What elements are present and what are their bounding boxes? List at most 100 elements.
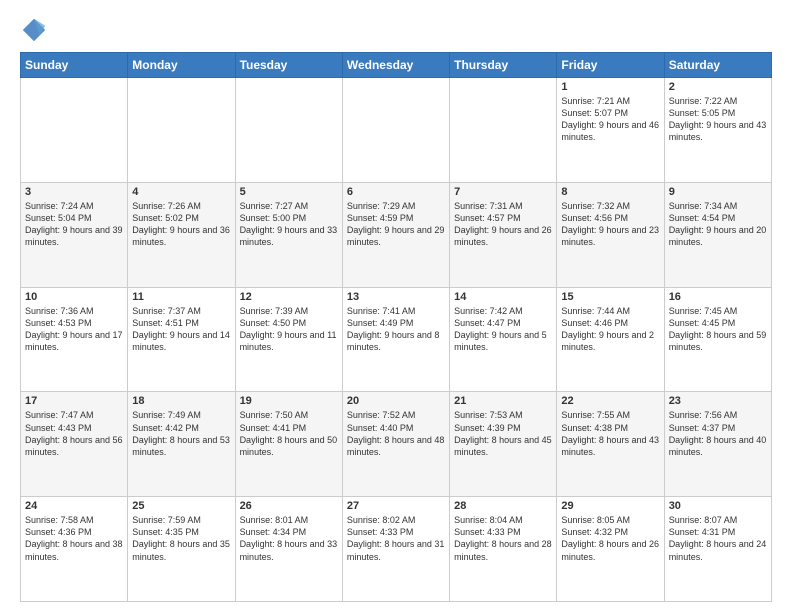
day-number: 19	[240, 395, 338, 407]
calendar-week-row: 1 Sunrise: 7:21 AMSunset: 5:07 PMDaylight…	[21, 78, 772, 183]
day-number: 21	[454, 395, 552, 407]
day-info: Sunrise: 7:42 AMSunset: 4:47 PMDaylight:…	[454, 305, 552, 354]
calendar-day-3: 3Sunrise: 7:24 AMSunset: 5:04 PMDaylight…	[21, 182, 128, 287]
calendar-day-27: 27 Sunrise: 8:02 AMSunset: 4:33 PMDayligh…	[342, 497, 449, 602]
calendar-day-5: 5 Sunrise: 7:27 AMSunset: 5:00 PMDaylight…	[235, 182, 342, 287]
day-number: 18	[132, 395, 230, 407]
calendar-day-21: 21 Sunrise: 7:53 AMSunset: 4:39 PMDayligh…	[450, 392, 557, 497]
calendar-day-28: 28 Sunrise: 8:04 AMSunset: 4:33 PMDayligh…	[450, 497, 557, 602]
calendar-day-17: 17 Sunrise: 7:47 AMSunset: 4:43 PMDayligh…	[21, 392, 128, 497]
logo-icon	[20, 16, 48, 44]
col-header-friday: Friday	[557, 53, 664, 78]
calendar-day-15: 15 Sunrise: 7:44 AMSunset: 4:46 PMDayligh…	[557, 287, 664, 392]
day-number: 13	[347, 291, 445, 303]
calendar-day-6: 6 Sunrise: 7:29 AMSunset: 4:59 PMDaylight…	[342, 182, 449, 287]
day-number: 30	[669, 500, 767, 512]
calendar-day-25: 25 Sunrise: 7:59 AMSunset: 4:35 PMDayligh…	[128, 497, 235, 602]
calendar-header-row: SundayMondayTuesdayWednesdayThursdayFrid…	[21, 53, 772, 78]
day-info: Sunrise: 8:04 AMSunset: 4:33 PMDaylight:…	[454, 514, 552, 563]
day-number: 14	[454, 291, 552, 303]
day-info: Sunrise: 7:21 AMSunset: 5:07 PMDaylight:…	[561, 95, 659, 144]
day-info: Sunrise: 7:29 AMSunset: 4:59 PMDaylight:…	[347, 200, 445, 249]
day-info: Sunrise: 7:22 AMSunset: 5:05 PMDaylight:…	[669, 95, 767, 144]
day-info: Sunrise: 7:50 AMSunset: 4:41 PMDaylight:…	[240, 409, 338, 458]
header	[20, 16, 772, 44]
calendar-day-22: 22Sunrise: 7:55 AMSunset: 4:38 PMDayligh…	[557, 392, 664, 497]
day-info: Sunrise: 8:07 AMSunset: 4:31 PMDaylight:…	[669, 514, 767, 563]
day-number: 27	[347, 500, 445, 512]
calendar-day-10: 10 Sunrise: 7:36 AMSunset: 4:53 PMDayligh…	[21, 287, 128, 392]
day-number: 7	[454, 186, 552, 198]
col-header-sunday: Sunday	[21, 53, 128, 78]
day-info: Sunrise: 7:59 AMSunset: 4:35 PMDaylight:…	[132, 514, 230, 563]
col-header-wednesday: Wednesday	[342, 53, 449, 78]
day-number: 20	[347, 395, 445, 407]
day-number: 25	[132, 500, 230, 512]
day-number: 6	[347, 186, 445, 198]
day-info: Sunrise: 7:26 AMSunset: 5:02 PMDaylight:…	[132, 200, 230, 249]
day-info: Sunrise: 7:58 AMSunset: 4:36 PMDaylight:…	[25, 514, 123, 563]
day-number: 29	[561, 500, 659, 512]
calendar-table: SundayMondayTuesdayWednesdayThursdayFrid…	[20, 52, 772, 602]
logo	[20, 16, 52, 44]
day-info: Sunrise: 7:47 AMSunset: 4:43 PMDaylight:…	[25, 409, 123, 458]
day-info: Sunrise: 7:44 AMSunset: 4:46 PMDaylight:…	[561, 305, 659, 354]
calendar-empty-cell	[450, 78, 557, 183]
calendar-day-7: 7 Sunrise: 7:31 AMSunset: 4:57 PMDaylight…	[450, 182, 557, 287]
day-info: Sunrise: 7:37 AMSunset: 4:51 PMDaylight:…	[132, 305, 230, 354]
col-header-thursday: Thursday	[450, 53, 557, 78]
calendar-day-16: 16 Sunrise: 7:45 AMSunset: 4:45 PMDayligh…	[664, 287, 771, 392]
calendar-empty-cell	[342, 78, 449, 183]
day-number: 23	[669, 395, 767, 407]
calendar-week-row: 24 Sunrise: 7:58 AMSunset: 4:36 PMDayligh…	[21, 497, 772, 602]
day-info: Sunrise: 7:34 AMSunset: 4:54 PMDaylight:…	[669, 200, 767, 249]
day-number: 9	[669, 186, 767, 198]
day-number: 16	[669, 291, 767, 303]
day-number: 5	[240, 186, 338, 198]
calendar-day-29: 29Sunrise: 8:05 AMSunset: 4:32 PMDayligh…	[557, 497, 664, 602]
calendar-day-13: 13 Sunrise: 7:41 AMSunset: 4:49 PMDayligh…	[342, 287, 449, 392]
day-info: Sunrise: 7:27 AMSunset: 5:00 PMDaylight:…	[240, 200, 338, 249]
day-number: 12	[240, 291, 338, 303]
day-number: 28	[454, 500, 552, 512]
day-number: 24	[25, 500, 123, 512]
day-info: Sunrise: 7:41 AMSunset: 4:49 PMDaylight:…	[347, 305, 445, 354]
day-info: Sunrise: 8:02 AMSunset: 4:33 PMDaylight:…	[347, 514, 445, 563]
calendar-empty-cell	[128, 78, 235, 183]
day-info: Sunrise: 7:39 AMSunset: 4:50 PMDaylight:…	[240, 305, 338, 354]
day-info: Sunrise: 7:36 AMSunset: 4:53 PMDaylight:…	[25, 305, 123, 354]
calendar-day-26: 26 Sunrise: 8:01 AMSunset: 4:34 PMDayligh…	[235, 497, 342, 602]
day-number: 22	[561, 395, 659, 407]
day-info: Sunrise: 7:53 AMSunset: 4:39 PMDaylight:…	[454, 409, 552, 458]
day-info: Sunrise: 7:32 AMSunset: 4:56 PMDaylight:…	[561, 200, 659, 249]
day-number: 4	[132, 186, 230, 198]
calendar-day-18: 18 Sunrise: 7:49 AMSunset: 4:42 PMDayligh…	[128, 392, 235, 497]
calendar-day-12: 12 Sunrise: 7:39 AMSunset: 4:50 PMDayligh…	[235, 287, 342, 392]
col-header-monday: Monday	[128, 53, 235, 78]
calendar-day-14: 14 Sunrise: 7:42 AMSunset: 4:47 PMDayligh…	[450, 287, 557, 392]
calendar-day-11: 11 Sunrise: 7:37 AMSunset: 4:51 PMDayligh…	[128, 287, 235, 392]
day-number: 8	[561, 186, 659, 198]
calendar-day-30: 30 Sunrise: 8:07 AMSunset: 4:31 PMDayligh…	[664, 497, 771, 602]
calendar-day-9: 9 Sunrise: 7:34 AMSunset: 4:54 PMDaylight…	[664, 182, 771, 287]
day-number: 1	[561, 81, 659, 93]
calendar-day-24: 24 Sunrise: 7:58 AMSunset: 4:36 PMDayligh…	[21, 497, 128, 602]
day-info: Sunrise: 7:45 AMSunset: 4:45 PMDaylight:…	[669, 305, 767, 354]
day-number: 17	[25, 395, 123, 407]
day-info: Sunrise: 7:52 AMSunset: 4:40 PMDaylight:…	[347, 409, 445, 458]
day-number: 15	[561, 291, 659, 303]
day-info: Sunrise: 7:31 AMSunset: 4:57 PMDaylight:…	[454, 200, 552, 249]
calendar-day-1: 1 Sunrise: 7:21 AMSunset: 5:07 PMDaylight…	[557, 78, 664, 183]
calendar-day-4: 4 Sunrise: 7:26 AMSunset: 5:02 PMDaylight…	[128, 182, 235, 287]
day-number: 26	[240, 500, 338, 512]
day-info: Sunrise: 8:01 AMSunset: 4:34 PMDaylight:…	[240, 514, 338, 563]
calendar-day-23: 23Sunrise: 7:56 AMSunset: 4:37 PMDayligh…	[664, 392, 771, 497]
col-header-tuesday: Tuesday	[235, 53, 342, 78]
col-header-saturday: Saturday	[664, 53, 771, 78]
day-info: Sunrise: 7:49 AMSunset: 4:42 PMDaylight:…	[132, 409, 230, 458]
day-number: 10	[25, 291, 123, 303]
day-number: 11	[132, 291, 230, 303]
calendar-day-8: 8 Sunrise: 7:32 AMSunset: 4:56 PMDaylight…	[557, 182, 664, 287]
page: SundayMondayTuesdayWednesdayThursdayFrid…	[0, 0, 792, 612]
calendar-week-row: 17 Sunrise: 7:47 AMSunset: 4:43 PMDayligh…	[21, 392, 772, 497]
